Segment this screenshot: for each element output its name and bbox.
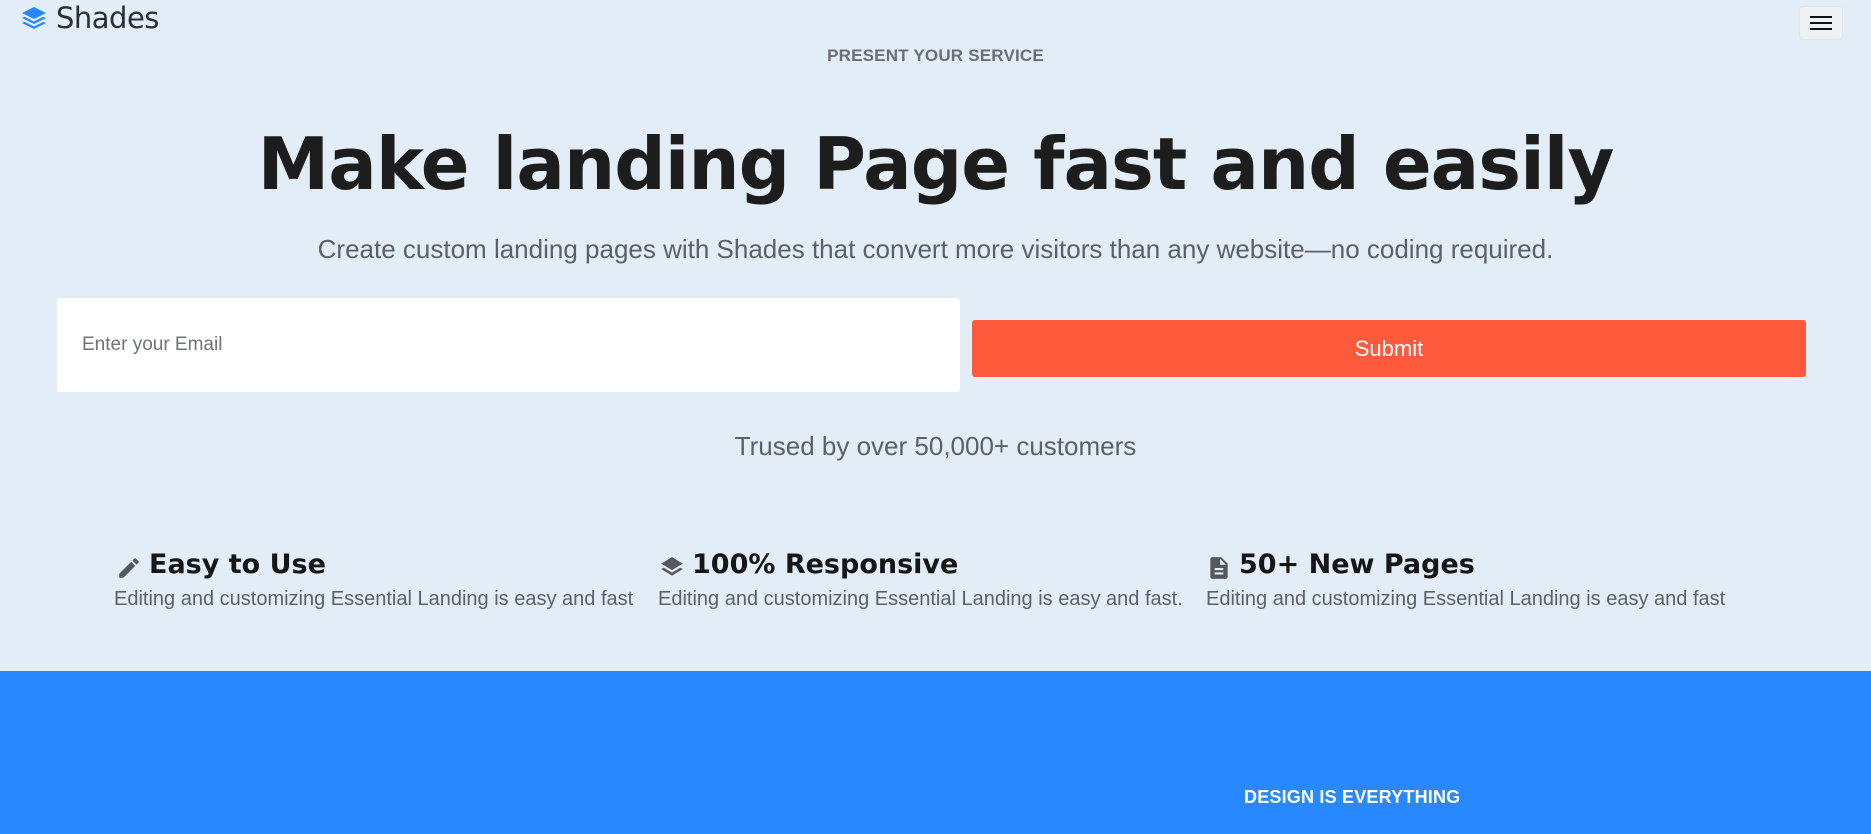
submit-button[interactable]: Submit [972, 320, 1806, 377]
layers-icon [22, 7, 46, 29]
pencil-icon [119, 558, 139, 578]
brand-link[interactable]: Shades [20, 1, 159, 35]
feature-new-pages: 50+ New Pages Editing and customizing Es… [1206, 545, 1725, 611]
feature-heading: 50+ New Pages [1206, 545, 1725, 581]
feature-description: Editing and customizing Essential Landin… [658, 588, 1183, 610]
hero-eyebrow: PRESENT YOUR SERVICE [827, 46, 1044, 65]
layers-icon [661, 557, 683, 576]
feature-title: Easy to Use [149, 549, 326, 580]
trusted-text: Trused by over 50,000+ customers [734, 431, 1137, 461]
feature-title: 100% Responsive [692, 549, 959, 580]
document-icon [1210, 557, 1228, 579]
hero-title: Make landing Page fast and easily [257, 122, 1615, 206]
feature-heading: 100% Responsive [659, 545, 1183, 581]
email-input[interactable] [57, 298, 960, 392]
feature-responsive: 100% Responsive Editing and customizing … [658, 545, 1183, 611]
feature-easy-to-use: Easy to Use Editing and customizing Esse… [114, 545, 633, 611]
feature-description: Editing and customizing Essential Landin… [1206, 588, 1726, 610]
design-section: DESIGN IS EVERYTHING [0, 671, 1871, 834]
feature-title: 50+ New Pages [1239, 549, 1475, 580]
menu-toggle-button[interactable] [1799, 6, 1843, 40]
feature-description: Editing and customizing Essential Landin… [114, 588, 634, 610]
navbar: Shades [0, 0, 1871, 40]
hero-subtitle: Create custom landing pages with Shades … [317, 234, 1554, 264]
hamburger-icon [1810, 16, 1832, 30]
feature-heading: Easy to Use [116, 545, 633, 581]
brand-name: Shades [56, 1, 159, 35]
design-eyebrow: DESIGN IS EVERYTHING [1244, 787, 1461, 807]
